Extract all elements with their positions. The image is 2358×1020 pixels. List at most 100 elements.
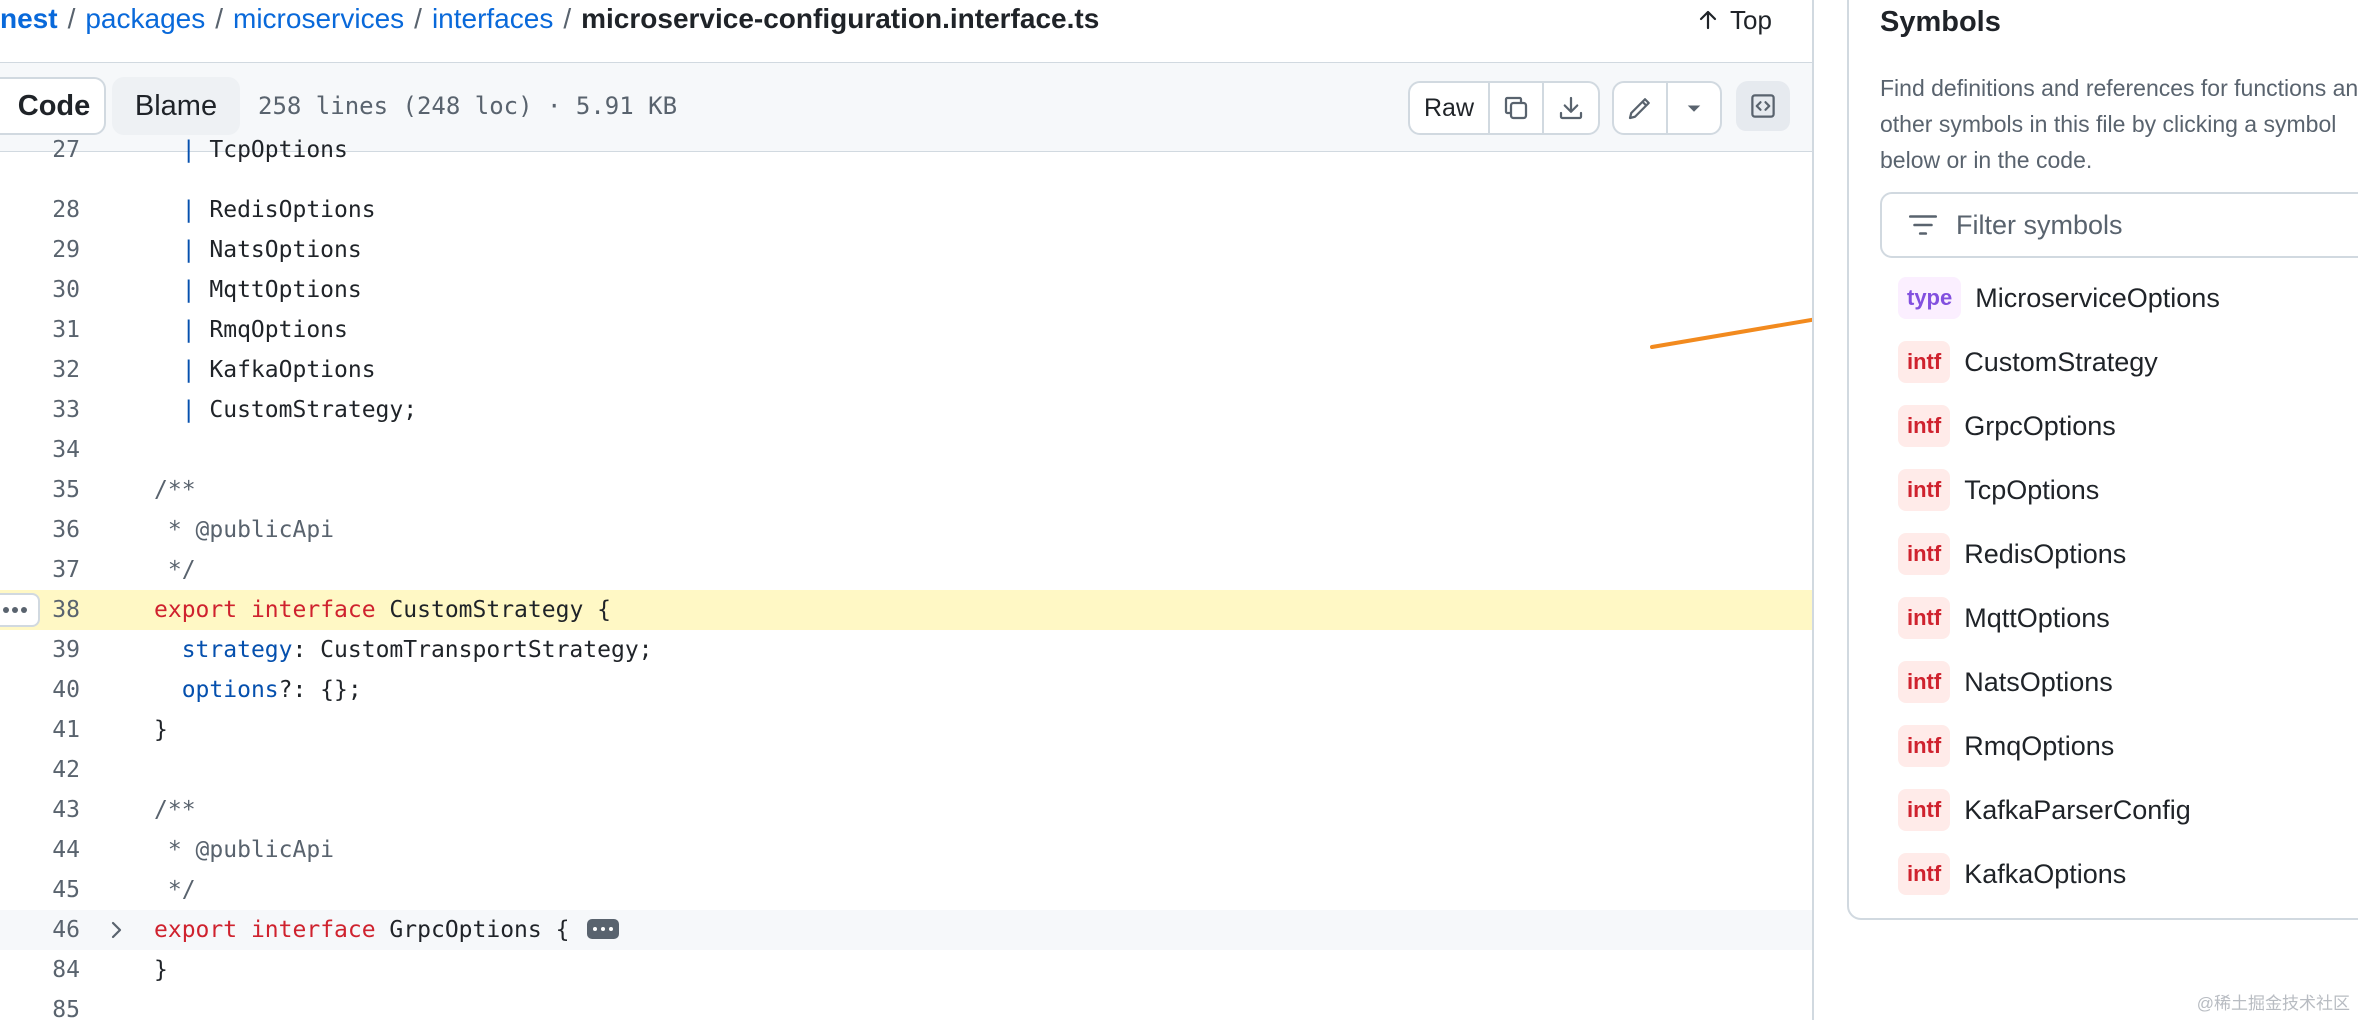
code-line: 31 | RmqOptions	[0, 310, 1812, 350]
breadcrumb-packages-link[interactable]: packages	[85, 3, 205, 34]
code-text: /**	[154, 797, 196, 823]
breadcrumb-separator: /	[215, 3, 224, 34]
raw-copy-download-group: Raw	[1408, 81, 1600, 135]
arrow-up-icon	[1699, 10, 1717, 30]
code-text: * @publicApi	[154, 837, 335, 863]
line-number[interactable]: 28	[0, 190, 80, 230]
code-text: | KafkaOptions	[154, 357, 376, 383]
edit-file-button[interactable]	[1614, 83, 1668, 133]
line-number[interactable]: 41	[0, 710, 80, 750]
symbol-item-tcp-options[interactable]: intf TcpOptions	[1898, 468, 2099, 512]
line-number[interactable]: 39	[0, 630, 80, 670]
line-number[interactable]: 43	[0, 790, 80, 830]
top-button[interactable]: Top	[1696, 0, 1772, 40]
code-text: | NatsOptions	[154, 237, 362, 263]
code-line: 30 | MqttOptions	[0, 270, 1812, 310]
code-line: 36 * @publicApi	[0, 510, 1812, 550]
code-text: export interface GrpcOptions {	[154, 910, 620, 950]
symbol-name: RedisOptions	[1964, 538, 2127, 569]
line-number[interactable]: 44	[0, 830, 80, 870]
code-line: 46 export interface GrpcOptions {	[0, 910, 1812, 950]
line-number[interactable]: 85	[0, 990, 80, 1020]
line-number[interactable]: 30	[0, 270, 80, 310]
breadcrumb-current-file: microservice-configuration.interface.ts	[581, 3, 1100, 34]
file-info: 258 lines (248 loc) · 5.91 KB	[258, 92, 678, 120]
symbol-item-rmq-options[interactable]: intf RmqOptions	[1898, 724, 2114, 768]
code-text: */	[154, 557, 196, 583]
download-icon	[1559, 96, 1583, 120]
breadcrumb-interfaces-link[interactable]: interfaces	[432, 3, 553, 34]
symbols-description-line: Find definitions and references for func…	[1880, 75, 2358, 101]
line-number[interactable]: 42	[0, 750, 80, 790]
symbols-panel-toggle[interactable]	[1736, 81, 1790, 131]
code-line: 43 /**	[0, 790, 1812, 830]
line-number[interactable]: 36	[0, 510, 80, 550]
code-line: 33 | CustomStrategy;	[0, 390, 1812, 430]
line-number[interactable]: 33	[0, 390, 80, 430]
line-number[interactable]: 84	[0, 950, 80, 990]
code-line: 37 */	[0, 550, 1812, 590]
symbol-item-redis-options[interactable]: intf RedisOptions	[1898, 532, 2126, 576]
symbol-item-nats-options[interactable]: intf NatsOptions	[1898, 660, 2113, 704]
code-text: options?: {};	[181, 677, 362, 703]
code-line: 35 /**	[0, 470, 1812, 510]
intf-badge: intf	[1898, 597, 1951, 639]
symbol-name: MicroserviceOptions	[1975, 282, 2220, 313]
breadcrumb-microservices-link[interactable]: microservices	[233, 3, 404, 34]
breadcrumb-repo-link[interactable]: nest	[0, 3, 58, 34]
line-number[interactable]: 37	[0, 550, 80, 590]
tab-blame[interactable]: Blame	[112, 77, 240, 135]
code-text: */	[154, 877, 196, 903]
symbol-name: TcpOptions	[1964, 474, 2100, 505]
code-text: strategy: CustomTransportStrategy;	[181, 637, 653, 663]
code-text: export interface CustomStrategy {	[154, 597, 611, 623]
tab-code[interactable]: Code	[0, 77, 106, 135]
symbol-name: NatsOptions	[1964, 666, 2113, 697]
code-text: | RedisOptions	[154, 197, 376, 223]
code-text: | TcpOptions	[154, 137, 348, 163]
code-line: 40 options?: {};	[0, 670, 1812, 710]
code-text: | CustomStrategy;	[154, 397, 418, 423]
copy-raw-button[interactable]	[1490, 83, 1544, 133]
symbol-name: RmqOptions	[1964, 730, 2115, 761]
filter-symbols-input[interactable]: Filter symbols	[1880, 192, 2358, 258]
code-line: 44 * @publicApi	[0, 830, 1812, 870]
symbol-name: CustomStrategy	[1964, 346, 2158, 377]
symbol-name: KafkaParserConfig	[1964, 794, 2191, 825]
download-button[interactable]	[1544, 83, 1598, 133]
symbol-item-mqtt-options[interactable]: intf MqttOptions	[1898, 596, 2110, 640]
symbol-item-microservice-options[interactable]: type MicroserviceOptions	[1898, 276, 2220, 320]
expand-folded-button[interactable]	[587, 918, 620, 939]
line-number[interactable]: 29	[0, 230, 80, 270]
triangle-down-icon	[1687, 105, 1701, 112]
code-square-icon	[1751, 94, 1775, 118]
symbol-name: GrpcOptions	[1964, 410, 2116, 441]
filter-placeholder: Filter symbols	[1956, 209, 2123, 240]
line-number[interactable]: 34	[0, 430, 80, 470]
symbol-item-kafka-options[interactable]: intf KafkaOptions	[1898, 852, 2126, 896]
line-number[interactable]: 45	[0, 870, 80, 910]
symbols-description-line: other symbols in this file by clicking a…	[1880, 111, 2337, 137]
line-number[interactable]: 27	[0, 130, 80, 170]
code-text: }	[154, 717, 168, 743]
edit-options-dropdown[interactable]	[1668, 83, 1720, 133]
raw-button[interactable]: Raw	[1410, 83, 1490, 133]
code-text: | MqttOptions	[154, 277, 362, 303]
line-number[interactable]: 38	[0, 590, 80, 630]
line-number[interactable]: 32	[0, 350, 80, 390]
symbol-item-grpc-options[interactable]: intf GrpcOptions	[1898, 404, 2116, 448]
line-number[interactable]: 46	[0, 910, 80, 950]
chevron-right-icon[interactable]	[104, 918, 128, 942]
copy-icon	[1504, 96, 1528, 120]
intf-badge: intf	[1898, 405, 1951, 447]
top-label: Top	[1730, 5, 1772, 35]
code-line: 28 | RedisOptions	[0, 190, 1812, 230]
symbol-item-kafka-parser-config[interactable]: intf KafkaParserConfig	[1898, 788, 2191, 832]
symbol-item-custom-strategy[interactable]: intf CustomStrategy	[1898, 340, 2158, 384]
line-number[interactable]: 35	[0, 470, 80, 510]
line-number[interactable]: 31	[0, 310, 80, 350]
symbol-name: KafkaOptions	[1964, 858, 2127, 889]
intf-badge: intf	[1898, 661, 1951, 703]
breadcrumb-separator: /	[414, 3, 422, 34]
line-number[interactable]: 40	[0, 670, 80, 710]
